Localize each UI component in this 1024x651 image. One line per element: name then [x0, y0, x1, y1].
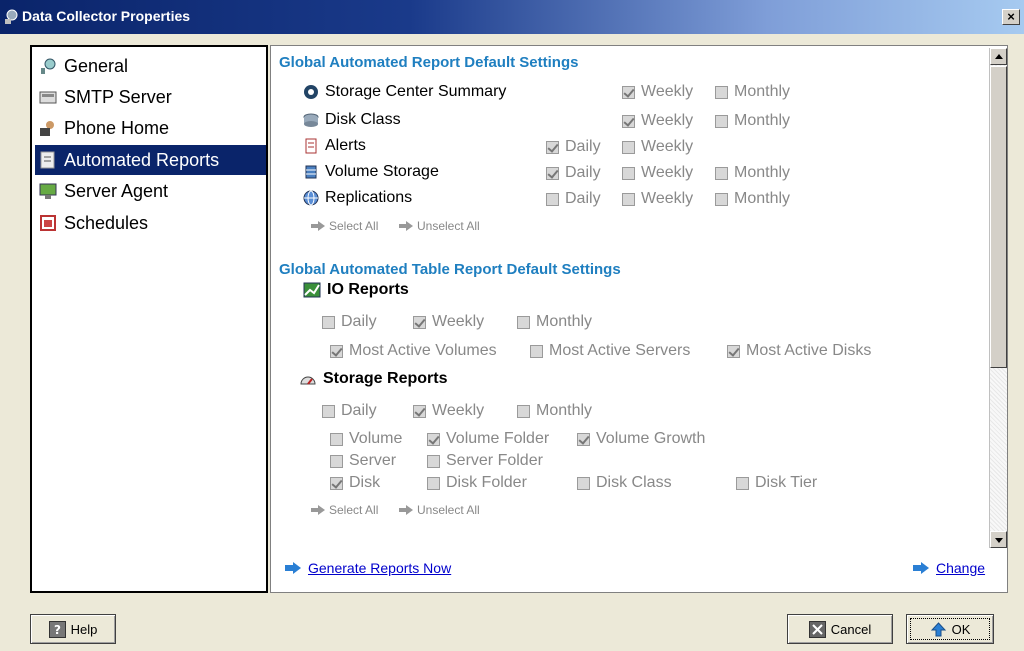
- volume-storage-weekly-checkbox[interactable]: Weekly: [622, 164, 693, 182]
- title-bar: Data Collector Properties ×: [0, 0, 1024, 34]
- arrow-right-icon: [311, 505, 325, 515]
- vertical-scrollbar[interactable]: [989, 48, 1007, 548]
- up-arrow-icon: [930, 621, 947, 638]
- volume-storage-icon: [303, 164, 319, 180]
- io-daily-checkbox[interactable]: Daily: [322, 313, 377, 331]
- general-icon: [39, 57, 57, 75]
- storage-reports-heading: Storage Reports: [299, 370, 447, 388]
- nav-item-schedules[interactable]: Schedules: [35, 208, 266, 238]
- replications-icon: [303, 190, 319, 206]
- help-button[interactable]: ? Help: [30, 614, 116, 644]
- scroll-thumb[interactable]: [990, 66, 1007, 368]
- table-unselect-all-link[interactable]: Unselect All: [399, 503, 480, 517]
- replications-weekly-checkbox[interactable]: Weekly: [622, 190, 693, 208]
- generate-reports-now-link[interactable]: Generate Reports Now: [285, 560, 451, 576]
- alerts-daily-checkbox[interactable]: Daily: [546, 138, 601, 156]
- volume-storage-monthly-checkbox[interactable]: Monthly: [715, 164, 790, 182]
- reports-icon: [39, 151, 57, 169]
- most-active-servers-checkbox[interactable]: Most Active Servers: [530, 342, 690, 360]
- nav-item-server-agent[interactable]: Server Agent: [35, 176, 266, 206]
- disk-tier-checkbox[interactable]: Disk Tier: [736, 474, 817, 492]
- io-monthly-checkbox[interactable]: Monthly: [517, 313, 592, 331]
- nav-item-automated-reports[interactable]: Automated Reports: [35, 145, 266, 175]
- scroll-down-button[interactable]: [990, 531, 1007, 548]
- most-active-disks-checkbox[interactable]: Most Active Disks: [727, 342, 871, 360]
- nav-item-label: SMTP Server: [64, 86, 172, 107]
- replications-daily-checkbox[interactable]: Daily: [546, 190, 601, 208]
- window-title: Data Collector Properties: [22, 8, 191, 24]
- storage-weekly-checkbox[interactable]: Weekly: [413, 402, 484, 420]
- storage-daily-checkbox[interactable]: Daily: [322, 402, 377, 420]
- nav-item-label: Server Agent: [64, 180, 169, 201]
- storage-monthly-checkbox[interactable]: Monthly: [517, 402, 592, 420]
- io-weekly-checkbox[interactable]: Weekly: [413, 313, 484, 331]
- smtp-icon: [39, 88, 57, 106]
- table-select-all-link[interactable]: Select All: [311, 503, 378, 517]
- ok-button[interactable]: OK: [906, 614, 994, 644]
- settings-content: Global Automated Report Default Settings…: [270, 45, 1008, 593]
- volume-storage-daily-checkbox[interactable]: Daily: [546, 164, 601, 182]
- disk-class-table-checkbox[interactable]: Disk Class: [577, 474, 672, 492]
- volume-growth-checkbox[interactable]: Volume Growth: [577, 430, 705, 448]
- arrow-right-icon: [311, 221, 325, 231]
- nav-item-general[interactable]: General: [35, 51, 266, 81]
- reports-select-all-link[interactable]: Select All: [311, 219, 378, 233]
- cancel-button[interactable]: Cancel: [787, 614, 893, 644]
- disk-class-weekly-checkbox[interactable]: Weekly: [622, 112, 693, 130]
- schedules-icon: [39, 214, 57, 232]
- most-active-volumes-checkbox[interactable]: Most Active Volumes: [330, 342, 497, 360]
- disk-class-icon: [303, 112, 319, 128]
- volume-checkbox[interactable]: Volume: [330, 430, 402, 448]
- report-settings-scroll-area: Global Automated Report Default Settings…: [271, 46, 989, 551]
- nav-item-label: Schedules: [64, 212, 149, 233]
- arrow-right-icon: [285, 562, 301, 574]
- close-button[interactable]: ×: [1002, 9, 1020, 25]
- storage-center-summary-label: Storage Center Summary: [303, 83, 506, 101]
- disk-folder-checkbox[interactable]: Disk Folder: [427, 474, 527, 492]
- disk-class-label: Disk Class: [303, 111, 401, 129]
- report-settings-title: Global Automated Report Default Settings: [279, 54, 579, 71]
- scroll-up-button[interactable]: [990, 48, 1007, 65]
- server-agent-icon: [39, 182, 57, 200]
- storage-center-weekly-checkbox[interactable]: Weekly: [622, 83, 693, 101]
- cancel-icon: [808, 620, 826, 638]
- replications-label: Replications: [303, 189, 412, 207]
- server-checkbox[interactable]: Server: [330, 452, 396, 470]
- table-report-settings-title: Global Automated Table Report Default Se…: [279, 261, 621, 278]
- arrow-right-icon: [399, 505, 413, 515]
- io-chart-icon: [303, 282, 321, 298]
- settings-nav: General SMTP Server Phone Home Automated…: [30, 45, 268, 593]
- volume-folder-checkbox[interactable]: Volume Folder: [427, 430, 549, 448]
- nav-item-phone-home[interactable]: Phone Home: [35, 113, 266, 143]
- change-link[interactable]: Change: [913, 560, 985, 576]
- server-folder-checkbox[interactable]: Server Folder: [427, 452, 543, 470]
- arrow-right-icon: [399, 221, 413, 231]
- help-icon: ?: [48, 620, 66, 638]
- alerts-icon: [303, 138, 319, 154]
- nav-item-smtp-server[interactable]: SMTP Server: [35, 82, 266, 112]
- io-reports-heading: IO Reports: [303, 281, 409, 299]
- phone-home-icon: [39, 119, 57, 137]
- disk-checkbox[interactable]: Disk: [330, 474, 380, 492]
- alerts-label: Alerts: [303, 137, 366, 155]
- svg-text:?: ?: [54, 623, 61, 637]
- storage-center-icon: [303, 84, 319, 100]
- alerts-weekly-checkbox[interactable]: Weekly: [622, 138, 693, 156]
- nav-item-label: Phone Home: [64, 117, 170, 138]
- replications-monthly-checkbox[interactable]: Monthly: [715, 190, 790, 208]
- nav-item-label: Automated Reports: [64, 149, 220, 170]
- arrow-right-icon: [913, 562, 929, 574]
- nav-item-label: General: [64, 55, 129, 76]
- disk-class-monthly-checkbox[interactable]: Monthly: [715, 112, 790, 130]
- volume-storage-label: Volume Storage: [303, 163, 439, 181]
- gear-globe-icon: [4, 9, 18, 25]
- gauge-icon: [299, 371, 317, 387]
- reports-unselect-all-link[interactable]: Unselect All: [399, 219, 480, 233]
- storage-center-monthly-checkbox[interactable]: Monthly: [715, 83, 790, 101]
